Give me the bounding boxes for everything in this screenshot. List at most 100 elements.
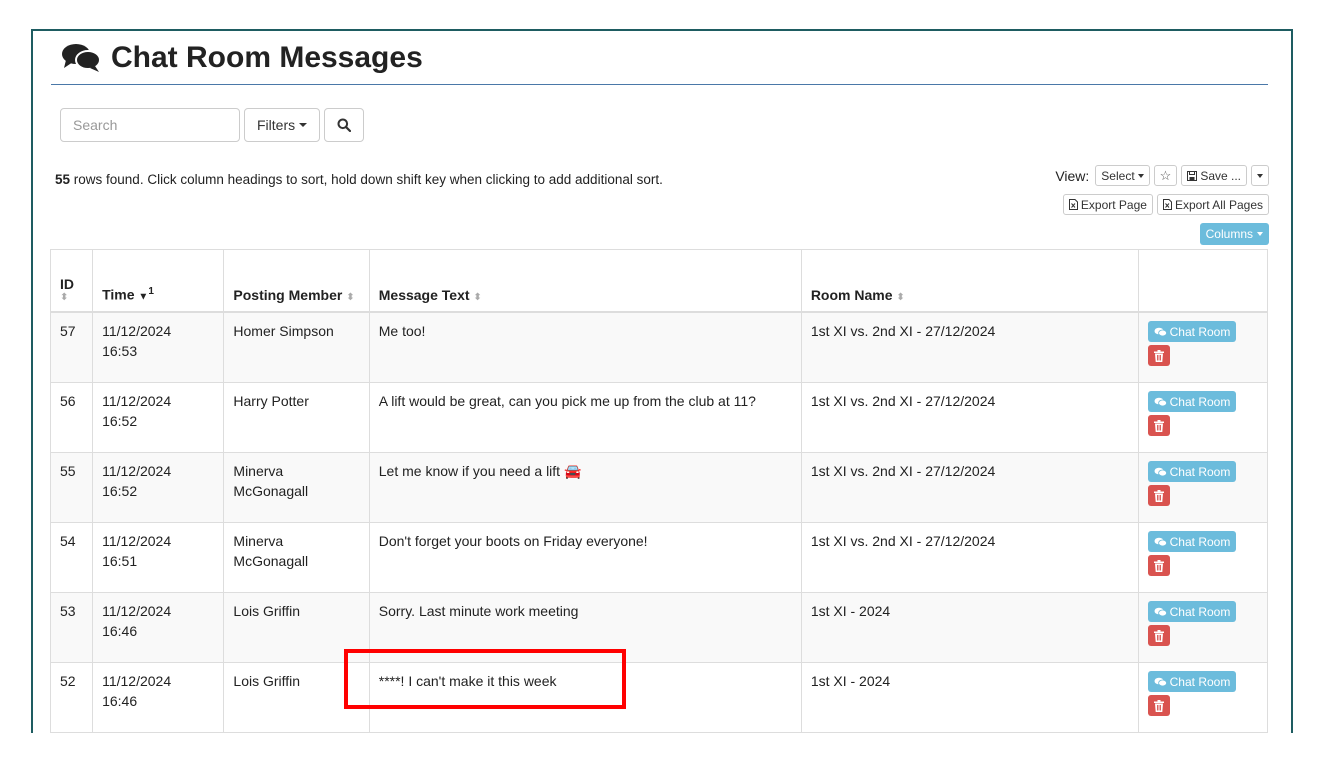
cell-actions: Chat Room: [1137, 522, 1269, 593]
filters-button[interactable]: Filters: [244, 108, 321, 142]
posting-member: Minerva McGonagall: [233, 533, 309, 569]
chat-room-button[interactable]: Chat Room: [1147, 321, 1237, 342]
posting-member: Lois Griffin: [233, 603, 301, 619]
highlight-box: [344, 649, 626, 709]
cell-time: 11/12/2024 16:51: [92, 522, 225, 593]
message-id: 55: [60, 463, 76, 479]
message-time: 16:51: [102, 553, 138, 569]
export-page-label: Export Page: [1080, 197, 1147, 212]
favorite-view-button[interactable]: ☆: [1153, 165, 1178, 186]
chat-bubbles-icon: [1154, 467, 1167, 476]
cell-member: Harry Potter: [223, 382, 370, 453]
chat-room-button[interactable]: Chat Room: [1147, 601, 1237, 622]
cell-time: 11/12/2024 16:52: [92, 452, 225, 523]
cell-id: 55: [49, 452, 94, 523]
cell-actions: Chat Room: [1137, 592, 1269, 663]
trash-icon: [1153, 489, 1164, 502]
message-time: 16:46: [102, 693, 138, 709]
cell-time: 11/12/2024 16:53: [92, 311, 225, 383]
chat-room-button[interactable]: Chat Room: [1147, 461, 1237, 482]
delete-button[interactable]: [1147, 555, 1170, 576]
cell-member: Minerva McGonagall: [223, 522, 370, 593]
table-row: 53 11/12/2024 16:46 Lois Griffin Sorry. …: [49, 592, 1269, 663]
search-bar: Filters: [60, 108, 365, 142]
caret-down-icon: [1137, 173, 1144, 178]
posting-member: Harry Potter: [233, 393, 309, 409]
room-name: 1st XI vs. 2nd XI - 27/12/2024: [810, 393, 996, 409]
cell-room: 1st XI vs. 2nd XI - 27/12/2024: [800, 452, 1139, 523]
message-time: 16:52: [102, 413, 138, 429]
delete-button[interactable]: [1147, 415, 1170, 436]
column-header-room[interactable]: Room Name ⬍: [800, 249, 1139, 313]
delete-button[interactable]: [1147, 625, 1170, 646]
trash-icon: [1153, 559, 1164, 572]
page-frame: Chat Room Messages Filters 55 rows found…: [31, 29, 1293, 733]
page-title: Chat Room Messages: [111, 41, 423, 74]
chat-room-button[interactable]: Chat Room: [1147, 391, 1237, 412]
view-label: View:: [1055, 167, 1090, 184]
column-header-member[interactable]: Posting Member ⬍: [223, 249, 370, 313]
message-id: 53: [60, 603, 76, 619]
delete-button[interactable]: [1147, 695, 1170, 716]
save-view-label: Save ...: [1200, 168, 1241, 183]
message-date: 11/12/2024: [102, 393, 172, 409]
message-date: 11/12/2024: [102, 463, 172, 479]
room-name: 1st XI vs. 2nd XI - 27/12/2024: [810, 533, 996, 549]
chat-room-label: Chat Room: [1169, 324, 1231, 339]
chat-room-label: Chat Room: [1169, 394, 1231, 409]
sort-icon: ⬍: [473, 292, 482, 303]
row-count: 55: [55, 172, 71, 187]
column-header-message[interactable]: Message Text ⬍: [368, 249, 802, 313]
cell-message: Let me know if you need a lift 🚘: [368, 452, 802, 523]
caret-down-icon: [1257, 232, 1263, 236]
chat-room-label: Chat Room: [1169, 604, 1231, 619]
search-button[interactable]: [324, 108, 365, 142]
cell-message: Me too!: [368, 311, 802, 383]
column-header-label: Time: [102, 287, 135, 303]
column-header-id[interactable]: ID ⬍: [49, 249, 94, 313]
cell-room: 1st XI vs. 2nd XI - 27/12/2024: [800, 522, 1139, 593]
delete-button[interactable]: [1147, 485, 1170, 506]
cell-member: Minerva McGonagall: [223, 452, 370, 523]
chat-bubbles-icon: [1154, 677, 1167, 686]
cell-member: Homer Simpson: [223, 311, 370, 383]
chat-room-label: Chat Room: [1169, 674, 1231, 689]
cell-time: 11/12/2024 16:52: [92, 382, 225, 453]
column-header-label: Message Text: [378, 287, 470, 303]
column-header-label: ID: [60, 276, 74, 292]
page-header: Chat Room Messages: [61, 41, 423, 75]
caret-down-icon: [1257, 173, 1263, 178]
cell-id: 56: [49, 382, 94, 453]
message-date: 11/12/2024: [102, 323, 172, 339]
rows-found-message: rows found. Click column headings to sor…: [70, 172, 663, 187]
column-header-label: Room Name: [810, 287, 893, 303]
delete-button[interactable]: [1147, 345, 1170, 366]
table-row: 54 11/12/2024 16:51 Minerva McGonagall D…: [49, 522, 1269, 593]
message-id: 56: [60, 393, 76, 409]
search-icon: [337, 118, 352, 132]
trash-icon: [1153, 629, 1164, 642]
trash-icon: [1153, 349, 1164, 362]
message-id: 57: [60, 323, 76, 339]
cell-actions: Chat Room: [1137, 662, 1269, 733]
cell-id: 54: [49, 522, 94, 593]
chat-bubbles-icon: [1154, 327, 1167, 336]
cell-time: 11/12/2024 16:46: [92, 592, 225, 663]
column-header-time[interactable]: Time ▼1: [92, 249, 225, 313]
search-input[interactable]: [60, 108, 240, 142]
view-select-button[interactable]: Select: [1095, 165, 1150, 186]
posting-member: Minerva McGonagall: [233, 463, 309, 499]
export-all-pages-button[interactable]: Export All Pages: [1156, 194, 1269, 215]
trash-icon: [1153, 419, 1164, 432]
chat-room-button[interactable]: Chat Room: [1147, 671, 1237, 692]
room-name: 1st XI vs. 2nd XI - 27/12/2024: [810, 323, 996, 339]
save-view-button[interactable]: Save ...: [1181, 165, 1247, 186]
columns-button[interactable]: Columns: [1199, 223, 1269, 245]
export-page-button[interactable]: Export Page: [1062, 194, 1153, 215]
message-text: Me too!: [378, 323, 426, 339]
save-view-dropdown-button[interactable]: [1251, 165, 1269, 186]
message-date: 11/12/2024: [102, 603, 172, 619]
message-date: 11/12/2024: [102, 673, 172, 689]
chat-room-button[interactable]: Chat Room: [1147, 531, 1237, 552]
cell-room: 1st XI vs. 2nd XI - 27/12/2024: [800, 311, 1139, 383]
